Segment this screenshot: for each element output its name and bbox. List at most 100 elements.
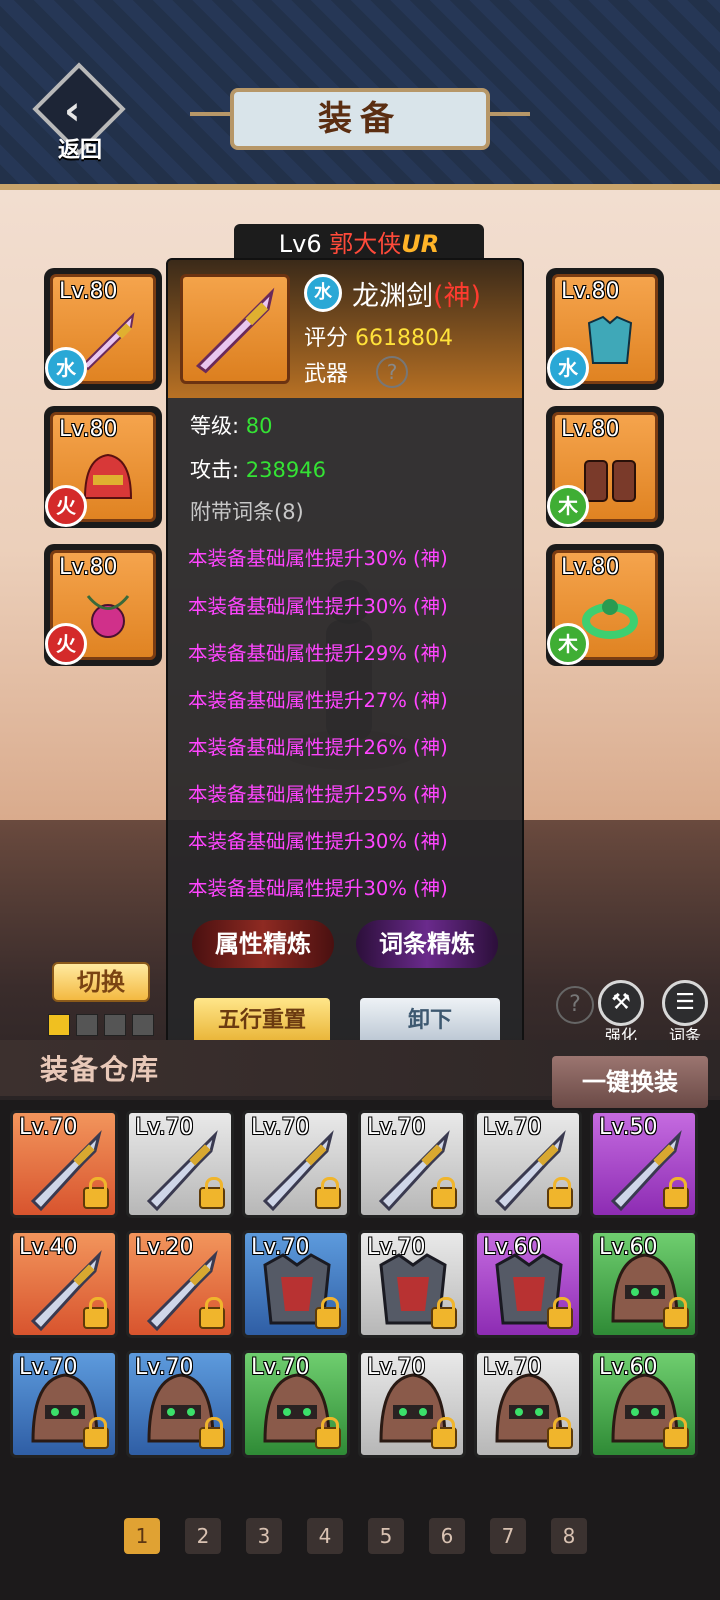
strengthen-button[interactable]: ⚒ <box>598 980 644 1026</box>
set-indicator[interactable] <box>104 1014 126 1036</box>
element-badge: 火 <box>45 485 87 527</box>
element-badge: 水 <box>45 347 87 389</box>
equip-slot-accessory[interactable]: Lv.80 火 <box>44 544 162 666</box>
inventory-item[interactable]: Lv.70 <box>10 1350 118 1458</box>
attack-label: 攻击: <box>190 458 240 482</box>
item-detail-image <box>180 274 290 384</box>
lock-icon <box>431 1177 457 1209</box>
unequip-button[interactable]: 卸下 <box>360 998 500 1044</box>
page-title: 装备 <box>230 88 490 150</box>
set-indicator[interactable] <box>76 1014 98 1036</box>
lock-icon <box>315 1297 341 1329</box>
inventory-item[interactable]: Lv.70 <box>242 1230 350 1338</box>
affix-line: 本装备基础属性提升30% (神) <box>188 595 448 618</box>
page-button-6[interactable]: 6 <box>429 1518 465 1554</box>
slot-level: Lv.80 <box>59 279 118 304</box>
item-grade: (神) <box>433 281 482 312</box>
item-level: Lv.70 <box>135 1115 194 1140</box>
equip-slot-helmet[interactable]: Lv.80 火 <box>44 406 162 528</box>
back-button[interactable]: ‹ 返回 <box>32 62 126 164</box>
equip-slot-weapon[interactable]: Lv.80 水 <box>44 268 162 390</box>
element-badge: 木 <box>547 485 589 527</box>
page-button-2[interactable]: 2 <box>185 1518 221 1554</box>
lock-icon <box>547 1417 573 1449</box>
slot-level: Lv.80 <box>561 555 620 580</box>
item-name: 龙渊剑(神) <box>352 274 481 313</box>
lock-icon <box>83 1417 109 1449</box>
lock-icon <box>431 1417 457 1449</box>
item-level: Lv.70 <box>367 1355 426 1380</box>
lock-icon <box>83 1177 109 1209</box>
affix-refine-button[interactable]: 词条精炼 <box>356 920 498 968</box>
lock-icon <box>315 1417 341 1449</box>
item-detail-panel: 水 龙渊剑(神) 评分 6618804 武器 ? 等级: 80 攻击: 2389… <box>166 258 524 1086</box>
item-level: Lv.70 <box>251 1235 310 1260</box>
switch-button[interactable]: 切换 <box>52 962 150 1002</box>
page-button-7[interactable]: 7 <box>490 1518 526 1554</box>
item-level: 等级: 80 <box>190 410 273 440</box>
affix-line: 本装备基础属性提升27% (神) <box>188 689 448 712</box>
inventory-item[interactable]: Lv.60 <box>590 1350 698 1458</box>
equip-slot-boots[interactable]: Lv.80 木 <box>546 406 664 528</box>
inventory-item[interactable]: Lv.70 <box>242 1110 350 1218</box>
element-badge: 火 <box>45 623 87 665</box>
slot-level: Lv.80 <box>561 417 620 442</box>
five-element-reset-button[interactable]: 五行重置 <box>194 998 330 1044</box>
item-level: Lv.60 <box>483 1235 542 1260</box>
item-score: 评分 6618804 <box>304 320 453 352</box>
back-label: 返回 <box>57 138 102 163</box>
page-button-3[interactable]: 3 <box>246 1518 282 1554</box>
page-button-5[interactable]: 5 <box>368 1518 404 1554</box>
hero-level: Lv6 <box>278 230 322 258</box>
page-button-1[interactable]: 1 <box>124 1518 160 1554</box>
page-button-4[interactable]: 4 <box>307 1518 343 1554</box>
set-indicator-active[interactable] <box>48 1014 70 1036</box>
item-level: Lv.70 <box>251 1115 310 1140</box>
affix-button[interactable]: ☰ <box>662 980 708 1026</box>
score-label: 评分 <box>304 326 349 351</box>
equip-slot-armor[interactable]: Lv.80 水 <box>546 268 664 390</box>
page-button-8[interactable]: 8 <box>551 1518 587 1554</box>
item-attack: 攻击: 238946 <box>190 454 326 484</box>
warehouse-title: 装备仓库 <box>40 1053 161 1086</box>
set-help-button[interactable]: ? <box>556 986 594 1024</box>
inventory-item[interactable]: Lv.20 <box>126 1230 234 1338</box>
one-click-equip-button[interactable]: 一键换装 <box>552 1056 708 1108</box>
help-button[interactable]: ? <box>376 356 408 388</box>
slot-level: Lv.80 <box>59 555 118 580</box>
lock-icon <box>663 1417 689 1449</box>
lock-icon <box>663 1177 689 1209</box>
inventory-item[interactable]: Lv.70 <box>474 1350 582 1458</box>
hero-name: 郭大侠 <box>329 230 402 258</box>
affix-title: 附带词条(8) <box>190 500 304 524</box>
set-indicator[interactable] <box>132 1014 154 1036</box>
lock-icon <box>547 1177 573 1209</box>
score-value: 6618804 <box>355 326 453 351</box>
inventory-item[interactable]: Lv.70 <box>358 1230 466 1338</box>
attack-value: 238946 <box>245 458 326 482</box>
inventory-item[interactable]: Lv.70 <box>10 1110 118 1218</box>
inventory-item[interactable]: Lv.70 <box>126 1350 234 1458</box>
lock-icon <box>83 1297 109 1329</box>
inventory-item[interactable]: Lv.70 <box>242 1350 350 1458</box>
affix-line: 本装备基础属性提升26% (神) <box>188 736 448 759</box>
inventory-item[interactable]: Lv.60 <box>474 1230 582 1338</box>
inventory-item[interactable]: Lv.50 <box>590 1110 698 1218</box>
inventory-item[interactable]: Lv.70 <box>474 1110 582 1218</box>
equip-slot-ring[interactable]: Lv.80 木 <box>546 544 664 666</box>
attribute-refine-button[interactable]: 属性精炼 <box>192 920 334 968</box>
chevron-left-icon: ‹ <box>64 88 81 134</box>
item-level: Lv.50 <box>599 1115 658 1140</box>
affix-line: 本装备基础属性提升30% (神) <box>188 547 448 570</box>
item-level: Lv.70 <box>251 1355 310 1380</box>
inventory-item[interactable]: Lv.40 <box>10 1230 118 1338</box>
item-level: Lv.70 <box>367 1115 426 1140</box>
inventory-item[interactable]: Lv.70 <box>358 1350 466 1458</box>
inventory-item[interactable]: Lv.70 <box>358 1110 466 1218</box>
inventory-item[interactable]: Lv.70 <box>126 1110 234 1218</box>
lock-icon <box>431 1297 457 1329</box>
lock-icon <box>199 1177 225 1209</box>
item-level: Lv.60 <box>599 1355 658 1380</box>
inventory-item[interactable]: Lv.60 <box>590 1230 698 1338</box>
lock-icon <box>199 1297 225 1329</box>
